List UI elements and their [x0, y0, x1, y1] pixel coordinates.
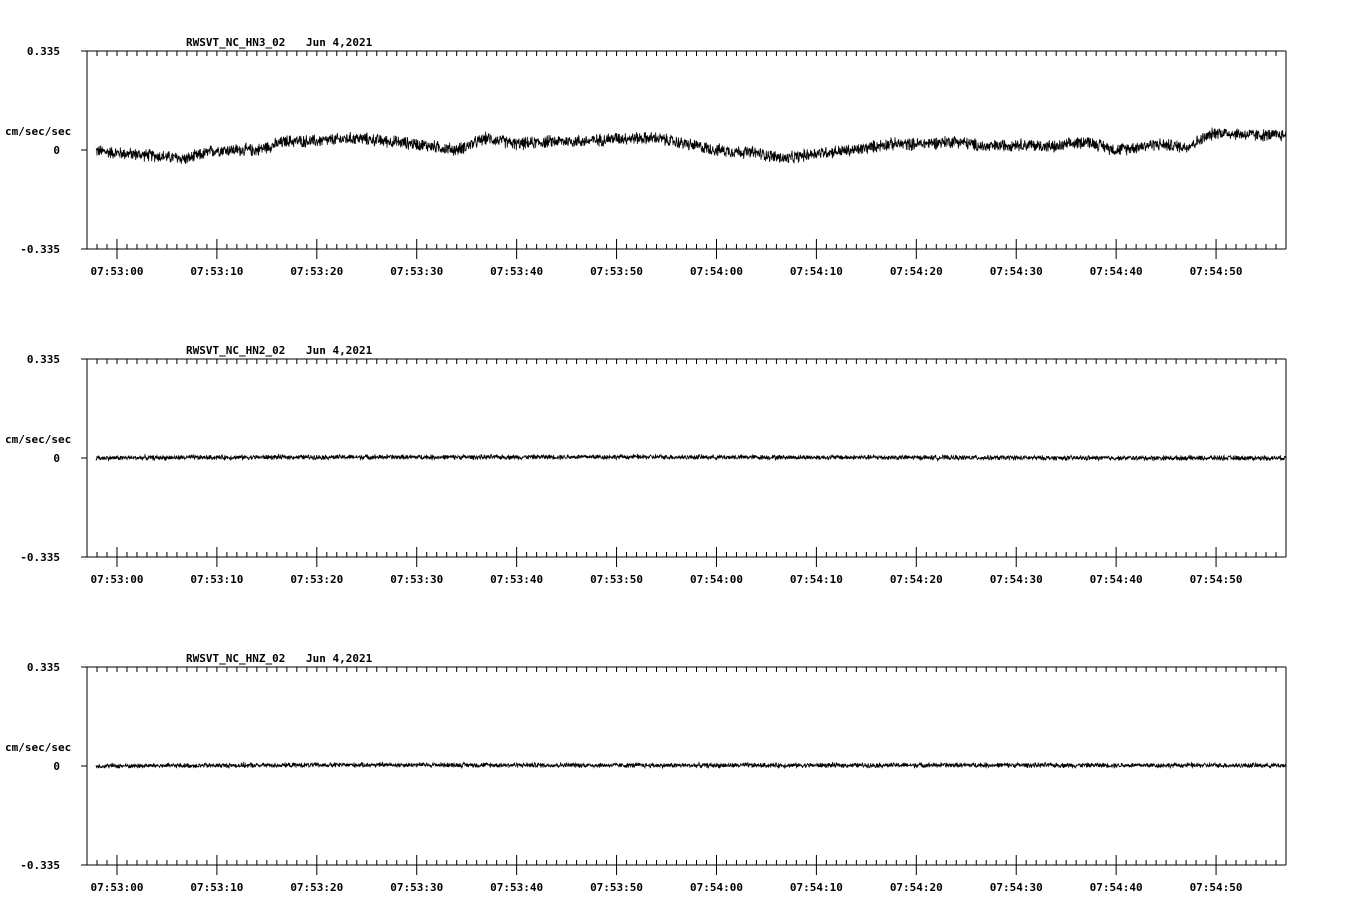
x-tick-label: 07:53:30: [390, 881, 443, 894]
x-tick-label: 07:54:30: [990, 265, 1043, 278]
x-tick-label: 07:53:40: [490, 881, 543, 894]
x-tick-label: 07:54:00: [690, 573, 743, 586]
y-tick-label: -0.335: [20, 243, 60, 256]
y-tick-label: 0.335: [27, 353, 60, 366]
x-tick-label: 07:53:50: [590, 573, 643, 586]
chart-date: Jun 4,2021: [306, 36, 373, 49]
chart-title: RWSVT_NC_HN2_02: [186, 344, 285, 357]
y-tick-label: -0.335: [20, 859, 60, 872]
x-tick-label: 07:53:10: [190, 573, 243, 586]
x-tick-label: 07:53:00: [90, 881, 143, 894]
x-tick-label: 07:53:20: [290, 573, 343, 586]
x-tick-label: 07:54:00: [690, 265, 743, 278]
y-tick-label: 0: [53, 760, 60, 773]
x-tick-label: 07:54:10: [790, 265, 843, 278]
x-tick-label: 07:54:20: [890, 265, 943, 278]
x-tick-label: 07:53:30: [390, 265, 443, 278]
y-axis-label: cm/sec/sec: [5, 741, 71, 754]
x-tick-label: 07:53:20: [290, 881, 343, 894]
waveform-trace: [95, 127, 1287, 165]
x-tick-label: 07:54:50: [1190, 265, 1243, 278]
x-tick-label: 07:54:10: [790, 881, 843, 894]
x-tick-label: 07:54:00: [690, 881, 743, 894]
x-tick-label: 07:53:40: [490, 573, 543, 586]
x-tick-label: 07:54:50: [1190, 881, 1243, 894]
x-tick-label: 07:54:20: [890, 881, 943, 894]
chart-panel-2: 0.335 0 -0.335 cm/sec/sec RWSVT_NC_HN2_02 Jun…: [5, 344, 1287, 586]
chart-panel-3: 0.335 0 -0.335 cm/sec/sec RWSVT_NC_HNZ_02 Jun…: [5, 652, 1287, 894]
seismogram-figure: 0.335 0 -0.335 cm/sec/sec RWSVT_NC_HN3_02 Jun…: [5, 36, 1287, 894]
x-tick-label: 07:54:20: [890, 573, 943, 586]
waveform-trace: [95, 760, 1287, 770]
x-tick-label: 07:53:10: [190, 265, 243, 278]
chart-panel-1: 0.335 0 -0.335 cm/sec/sec RWSVT_NC_HN3_02 Jun…: [5, 36, 1287, 278]
y-tick-label: -0.335: [20, 551, 60, 564]
y-axis-label: cm/sec/sec: [5, 433, 71, 446]
y-tick-label: 0.335: [27, 661, 60, 674]
x-tick-label: 07:53:50: [590, 265, 643, 278]
x-tick-label: 07:53:30: [390, 573, 443, 586]
x-tick-label: 07:53:40: [490, 265, 543, 278]
y-tick-label: 0: [53, 452, 60, 465]
x-tick-label: 07:54:50: [1190, 573, 1243, 586]
x-tick-label: 07:53:10: [190, 881, 243, 894]
x-tick-label: 07:53:00: [90, 265, 143, 278]
y-tick-label: 0: [53, 144, 60, 157]
waveform-trace: [95, 453, 1287, 462]
x-tick-label: 07:53:20: [290, 265, 343, 278]
x-tick-label: 07:53:50: [590, 881, 643, 894]
y-tick-label: 0.335: [27, 45, 60, 58]
chart-date: Jun 4,2021: [306, 344, 373, 357]
x-tick-label: 07:54:10: [790, 573, 843, 586]
x-tick-label: 07:54:40: [1090, 881, 1143, 894]
x-tick-label: 07:54:30: [990, 881, 1043, 894]
chart-title: RWSVT_NC_HNZ_02: [186, 652, 285, 665]
x-tick-label: 07:54:40: [1090, 573, 1143, 586]
chart-title: RWSVT_NC_HN3_02: [186, 36, 285, 49]
chart-date: Jun 4,2021: [306, 652, 373, 665]
y-axis-label: cm/sec/sec: [5, 125, 71, 138]
x-tick-label: 07:53:00: [90, 573, 143, 586]
x-tick-label: 07:54:30: [990, 573, 1043, 586]
x-tick-label: 07:54:40: [1090, 265, 1143, 278]
